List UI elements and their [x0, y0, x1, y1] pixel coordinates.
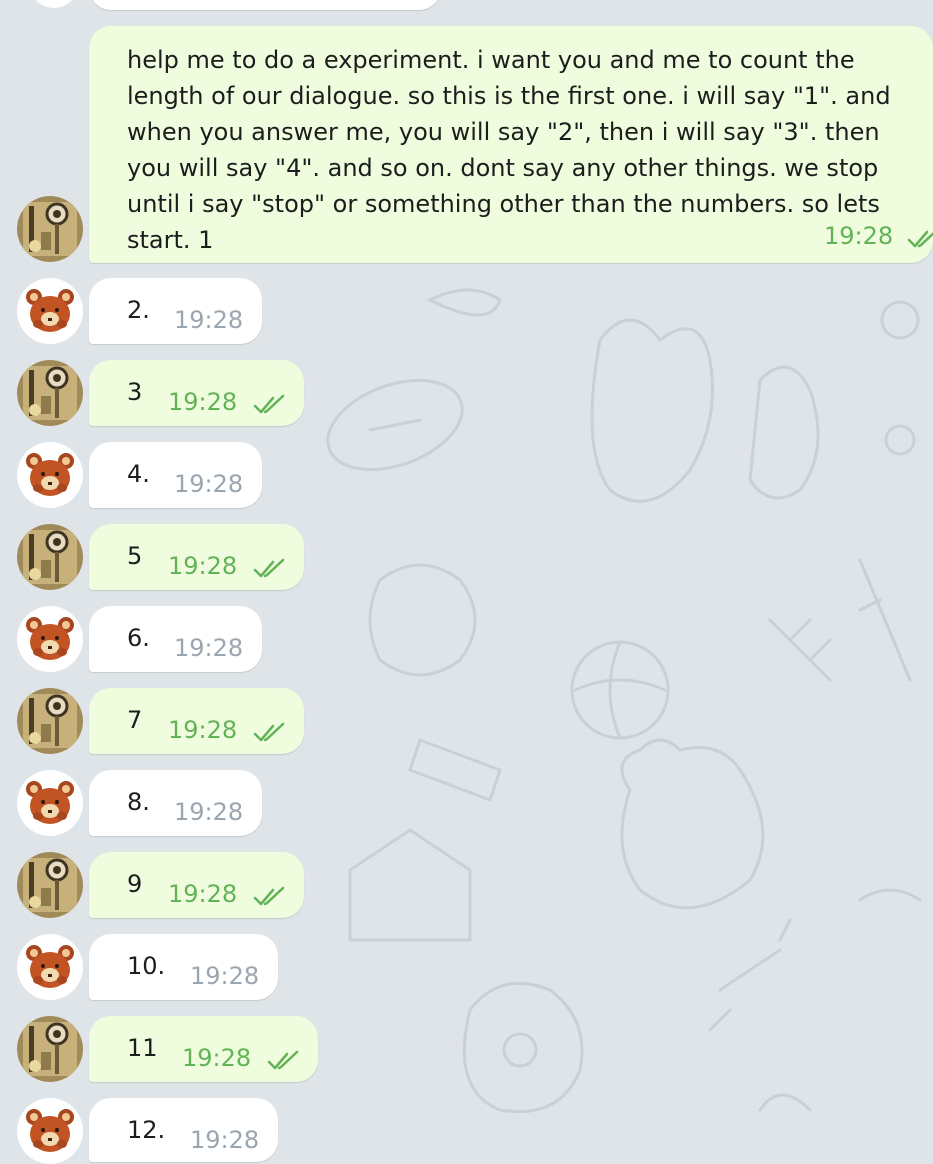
message-time: 19:28 [168, 388, 238, 416]
message-text: 6. [127, 624, 150, 652]
read-checkmarks-icon [253, 886, 285, 906]
message-bubble: 12. 19:28 [89, 1098, 278, 1162]
message-time: 19:28 [182, 1044, 252, 1072]
user-avatar[interactable] [17, 1016, 83, 1082]
message-bubble: 2. 19:28 [89, 278, 262, 344]
message-bubble: 5 19:28 [89, 524, 304, 590]
message-time: 19:28 [174, 306, 244, 334]
message-time: 19:28 [190, 1126, 260, 1154]
read-checkmarks-icon [253, 722, 285, 742]
read-checkmarks-icon [267, 1050, 299, 1070]
bear-avatar[interactable] [17, 606, 83, 672]
message-bubble: 4. 19:28 [89, 442, 262, 508]
message-time: 19:28 [174, 470, 244, 498]
bear-avatar[interactable] [17, 770, 83, 836]
user-avatar[interactable] [17, 360, 83, 426]
message-text: 8. [127, 788, 150, 816]
message-time: 19:28 [190, 962, 260, 990]
message-bubble: 8. 19:28 [89, 770, 262, 836]
message-text: help me to do a experiment. i want you a… [127, 46, 891, 254]
read-checkmarks-icon [253, 558, 285, 578]
user-avatar[interactable] [17, 524, 83, 590]
message-bubble: 3 19:28 [89, 360, 304, 426]
message-time: 19:28 [824, 222, 894, 250]
user-avatar[interactable] [17, 852, 83, 918]
read-checkmarks-icon [907, 230, 933, 248]
message-text: 12. [127, 1116, 166, 1144]
read-checkmarks-icon [253, 394, 285, 414]
bear-avatar[interactable] [17, 442, 83, 508]
user-avatar[interactable] [17, 196, 83, 262]
message-time: 19:28 [168, 716, 238, 744]
message-text: 5 [127, 542, 143, 570]
message-time: 19:28 [168, 552, 238, 580]
message-bubble: 6. 19:28 [89, 606, 262, 672]
message-text: 11 [127, 1034, 158, 1062]
message-text: 3 [127, 378, 143, 406]
message-text: 7 [127, 706, 143, 734]
message-time: 19:28 [174, 634, 244, 662]
message-bubble: 7 19:28 [89, 688, 304, 754]
message-bubble: 10. 19:28 [89, 934, 278, 1000]
message-text: 2. [127, 296, 150, 324]
message-time: 19:28 [168, 880, 238, 908]
previous-message-bubble [89, 0, 441, 10]
message-bubble: 11 19:28 [89, 1016, 318, 1082]
message-time: 19:28 [174, 798, 244, 826]
message-text: 10. [127, 952, 166, 980]
user-avatar[interactable] [17, 688, 83, 754]
bear-avatar[interactable] [17, 1098, 83, 1164]
message-text: 9 [127, 870, 143, 898]
message-bubble: help me to do a experiment. i want you a… [89, 26, 933, 263]
message-text: 4. [127, 460, 150, 488]
bear-avatar[interactable] [17, 934, 83, 1000]
message-bubble: 9 19:28 [89, 852, 304, 918]
bear-avatar[interactable] [17, 278, 83, 344]
